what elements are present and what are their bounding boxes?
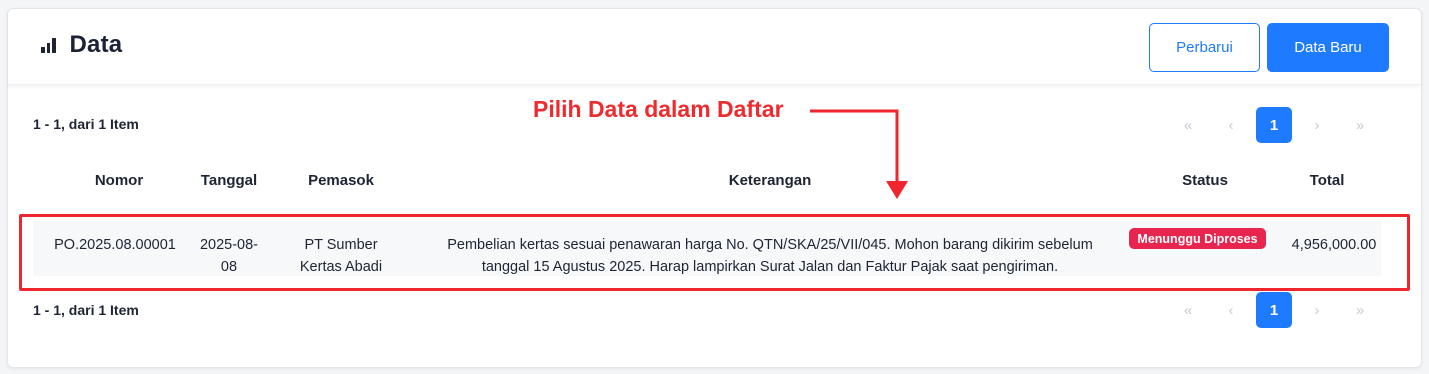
cell-keterangan-line2: tanggal 15 Agustus 2025. Harap lampirkan… xyxy=(481,259,1059,275)
cell-nomor: PO.2025.08.00001 xyxy=(54,237,176,253)
page-first-button[interactable]: « xyxy=(1170,107,1206,143)
card-header: Data Perbarui Data Baru xyxy=(8,9,1421,85)
page-next-button[interactable]: › xyxy=(1299,292,1335,328)
page-prev-button[interactable]: ‹ xyxy=(1213,292,1249,328)
column-header-nomor[interactable]: Nomor xyxy=(73,172,165,189)
item-range-bottom: 1 - 1, dari 1 Item xyxy=(33,302,139,318)
new-data-button[interactable]: Data Baru xyxy=(1267,23,1389,72)
page-current-button[interactable]: 1 xyxy=(1256,292,1292,328)
page-prev-button[interactable]: ‹ xyxy=(1213,107,1249,143)
cell-tanggal-line2: 08 xyxy=(220,259,238,275)
refresh-button[interactable]: Perbarui xyxy=(1149,23,1260,72)
page-title: Data xyxy=(69,31,123,58)
pagination-bottom: « ‹ 1 › » xyxy=(1170,292,1385,328)
page-next-button[interactable]: › xyxy=(1299,107,1335,143)
page-first-button[interactable]: « xyxy=(1170,292,1206,328)
status-badge: Menunggu Diproses xyxy=(1129,228,1266,249)
page-current-button[interactable]: 1 xyxy=(1256,107,1292,143)
annotation-label: Pilih Data dalam Daftar xyxy=(533,96,784,122)
cell-total: 4,956,000.00 xyxy=(1291,237,1377,253)
cell-pemasok-line2: Kertas Abadi xyxy=(299,259,383,275)
pagination-top: « ‹ 1 › » xyxy=(1170,107,1385,143)
page-last-button[interactable]: » xyxy=(1342,107,1378,143)
cell-tanggal-line1: 2025-08- xyxy=(199,237,259,253)
bar-chart-icon xyxy=(41,37,56,53)
page-title-group: Data xyxy=(41,31,122,59)
column-header-tanggal[interactable]: Tanggal xyxy=(184,172,274,189)
column-header-total[interactable]: Total xyxy=(1290,172,1364,189)
cell-pemasok-line1: PT Sumber xyxy=(304,237,378,253)
column-header-pemasok[interactable]: Pemasok xyxy=(285,172,397,189)
column-header-status[interactable]: Status xyxy=(1160,172,1250,189)
page-last-button[interactable]: » xyxy=(1342,292,1378,328)
item-range-top: 1 - 1, dari 1 Item xyxy=(33,116,139,132)
column-header-keterangan[interactable]: Keterangan xyxy=(700,172,840,189)
cell-keterangan-line1: Pembelian kertas sesuai penawaran harga … xyxy=(447,237,1093,253)
